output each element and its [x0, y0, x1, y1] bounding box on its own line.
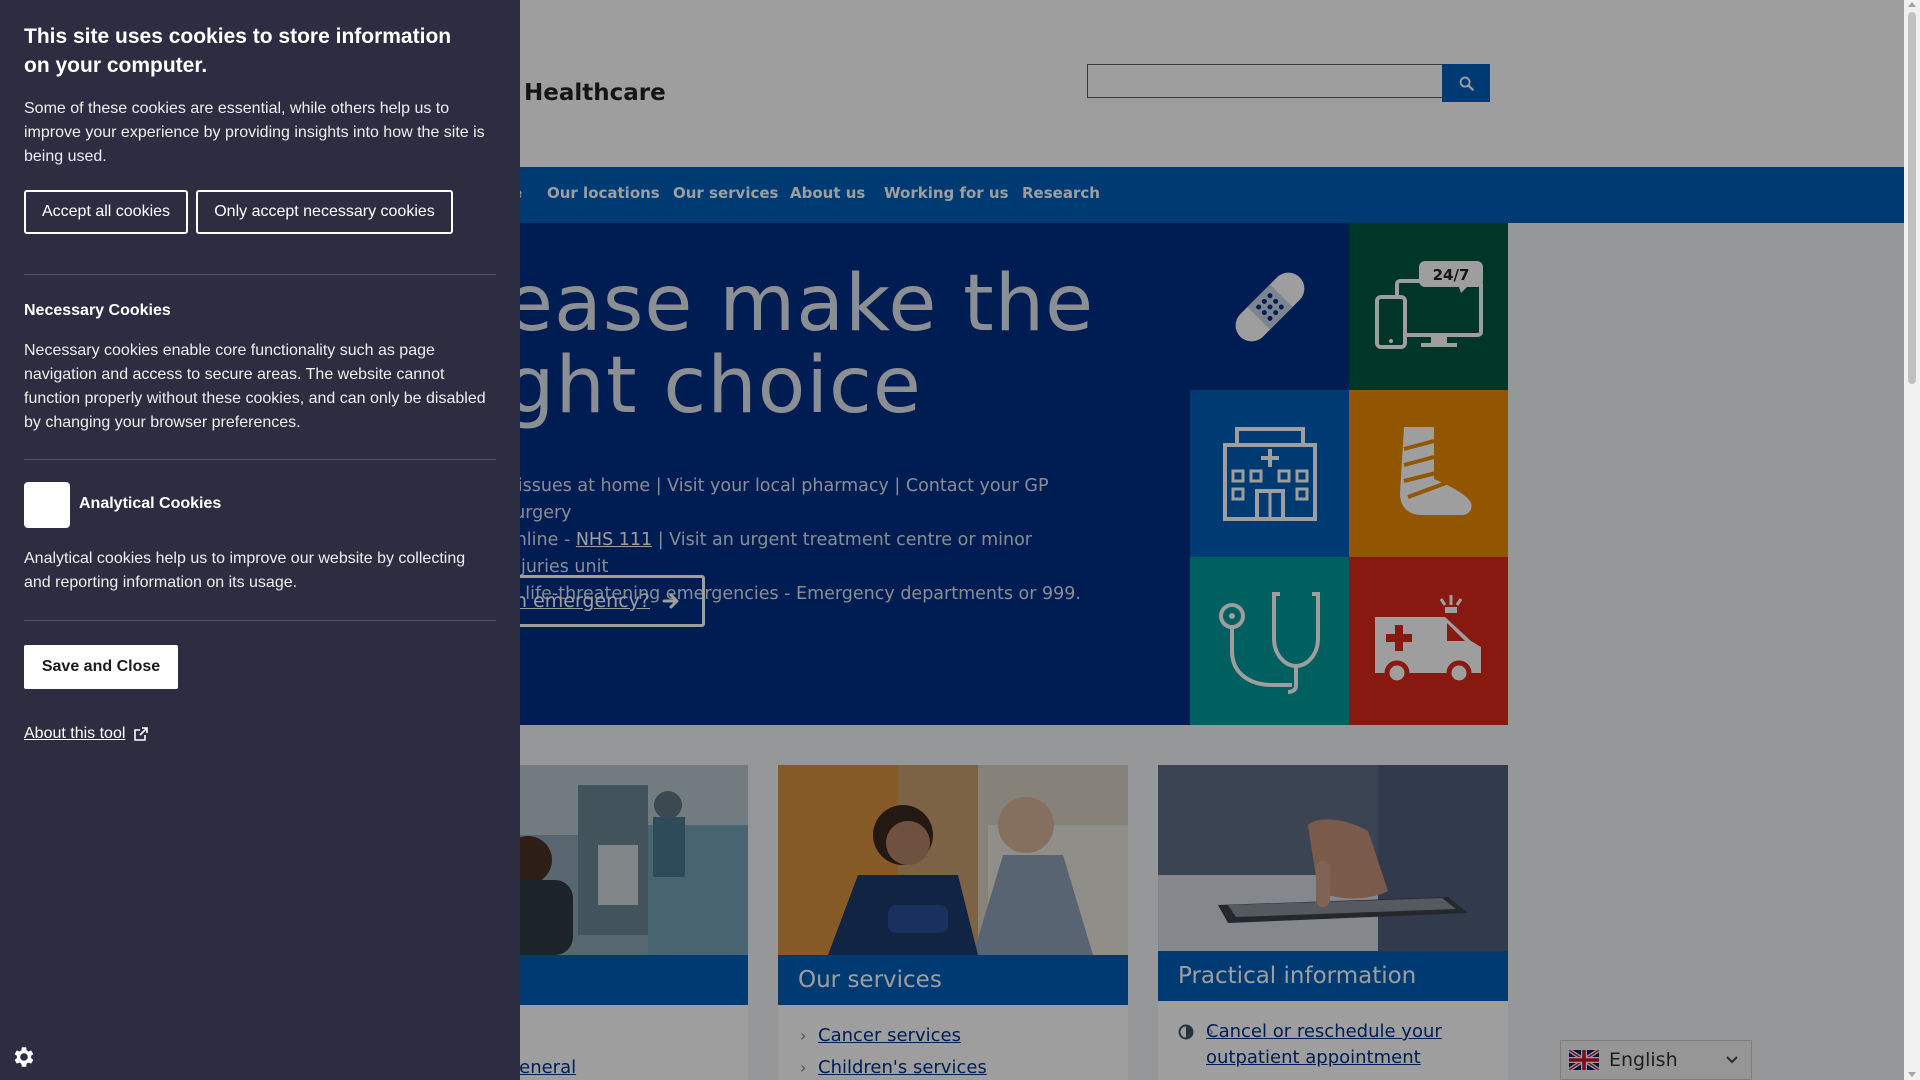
scroll-down-arrow-icon[interactable] — [1908, 1072, 1916, 1077]
external-link-icon — [134, 727, 149, 741]
save-and-close-button[interactable]: Save and Close — [24, 645, 178, 689]
about-this-tool-label: About this tool — [24, 725, 126, 742]
scroll-thumb[interactable] — [1908, 12, 1916, 384]
necessary-cookies-description: Necessary cookies enable core functional… — [24, 342, 486, 431]
cookie-panel-description: Some of these cookies are essential, whi… — [24, 100, 485, 165]
analytical-cookies-description: Analytical cookies help us to improve ou… — [24, 550, 466, 591]
analytical-cookies-checkbox[interactable] — [24, 482, 70, 528]
necessary-cookies-title: Necessary Cookies — [24, 302, 171, 319]
divider — [24, 459, 496, 460]
divider — [24, 620, 496, 621]
gear-icon — [14, 1047, 34, 1067]
only-necessary-cookies-button[interactable]: Only accept necessary cookies — [196, 190, 453, 234]
scroll-up-arrow-icon[interactable] — [1908, 2, 1916, 7]
accept-all-cookies-button[interactable]: Accept all cookies — [24, 190, 188, 234]
about-this-tool-link[interactable]: About this tool — [24, 725, 149, 743]
page-scrollbar[interactable] — [1904, 0, 1920, 1080]
cookie-panel-title: This site uses cookies to store informat… — [24, 25, 452, 77]
divider — [24, 274, 496, 275]
cookie-consent-panel: This site uses cookies to store informat… — [0, 0, 520, 1080]
analytical-cookies-title: Analytical Cookies — [79, 495, 222, 512]
